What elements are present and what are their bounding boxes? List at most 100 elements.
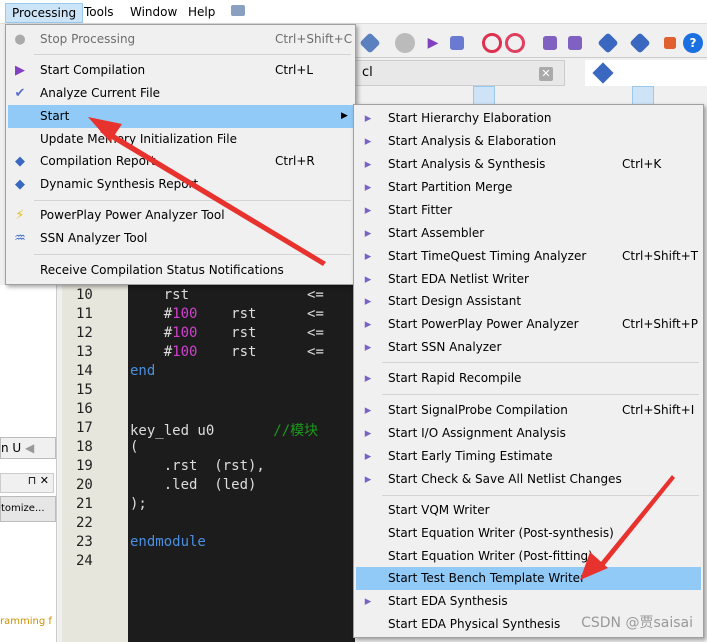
simulation-functional-icon[interactable]: [568, 36, 582, 50]
menu-separator: [382, 362, 699, 363]
menu-item[interactable]: ▸ Start Check & Save All Netlist Changes: [356, 468, 701, 491]
pin-planner-icon[interactable]: [359, 32, 381, 54]
panel-controls-icon[interactable]: ⊓ ✕: [0, 473, 54, 493]
start-tool-icon: ▸: [364, 134, 372, 149]
netlist-viewer-icon[interactable]: [664, 37, 676, 49]
submenu-arrow-icon: ▶: [341, 111, 348, 121]
line-number: 14: [76, 363, 93, 379]
menu-processing[interactable]: Processing: [5, 3, 84, 23]
start-tool-icon: ▸: [364, 449, 372, 464]
menu-tools[interactable]: Tools: [78, 3, 120, 23]
menu-item-label: Start Rapid Recompile: [388, 371, 522, 385]
line-number: 20: [76, 477, 93, 493]
abc-icon[interactable]: [592, 62, 614, 84]
report-icon[interactable]: [597, 32, 619, 54]
menu-item-label: Compilation Report: [40, 154, 156, 168]
menu-item-label: Start Analysis & Elaboration: [388, 134, 557, 148]
line-number: 17: [76, 420, 93, 436]
menu-item[interactable]: ▸ Start Analysis & Synthesis Ctrl+K: [356, 153, 701, 176]
menu-item-label: Start Design Assistant: [388, 294, 522, 308]
spell-panel: [585, 60, 707, 86]
menu-item[interactable]: ▶ Start Compilation Ctrl+L: [8, 59, 353, 82]
menu-item[interactable]: ▸ Start Assembler: [356, 222, 701, 245]
start-tool-icon: ▸: [364, 371, 372, 386]
menu-item[interactable]: ▸ Start EDA Synthesis: [356, 590, 701, 613]
close-icon[interactable]: ✕: [539, 67, 553, 81]
simulation-icon[interactable]: [543, 36, 557, 50]
menu-item-label: Start Check & Save All Netlist Changes: [388, 472, 622, 486]
scroll-left-icon[interactable]: ◀: [25, 441, 34, 455]
menu-help[interactable]: Help: [182, 3, 221, 23]
analysis-synthesis-icon[interactable]: [450, 36, 464, 50]
menu-item-label: Start I/O Assignment Analysis: [388, 426, 566, 440]
panel-tab-label: n U: [1, 441, 22, 455]
menu-separator: [34, 200, 351, 201]
line-number-icon[interactable]: [473, 86, 495, 106]
menu-item[interactable]: ▸ Start EDA Netlist Writer: [356, 268, 701, 291]
menu-item[interactable]: Start Equation Writer (Post-synthesis): [356, 522, 701, 545]
line-number: 19: [76, 458, 93, 474]
menu-item[interactable]: ▸ Start SignalProbe Compilation Ctrl+Shift…: [356, 399, 701, 422]
menu-item[interactable]: ◆ Compilation Report Ctrl+R: [8, 150, 353, 173]
chip-planner-icon[interactable]: [629, 32, 651, 54]
menu-item[interactable]: ✔ Analyze Current File: [8, 82, 353, 105]
menu-item-shortcut: Ctrl+Shift+C: [275, 32, 353, 46]
menu-item[interactable]: Start Equation Writer (Post-fitting): [356, 545, 701, 568]
menu-item-label: SSN Analyzer Tool: [40, 231, 148, 245]
menu-item[interactable]: ▸ Start PowerPlay Power Analyzer Ctrl+Shif…: [356, 313, 701, 336]
watermark: CSDN @贾saisai: [581, 615, 693, 631]
menu-item[interactable]: ▸ Start Analysis & Elaboration: [356, 130, 701, 153]
menu-item-label: Start Assembler: [388, 226, 485, 240]
menu-item[interactable]: ▸ Start Partition Merge: [356, 176, 701, 199]
menu-separator: [34, 54, 351, 55]
menu-item[interactable]: ▸ Start I/O Assignment Analysis: [356, 422, 701, 445]
menu-separator: [34, 254, 351, 255]
menu-item[interactable]: ▸ Start TimeQuest Timing Analyzer Ctrl+Shi…: [356, 245, 701, 268]
menu-item-label: Start Compilation: [40, 63, 146, 77]
panel-tab[interactable]: n U ◀: [0, 437, 56, 459]
menu-item[interactable]: ♒ SSN Analyzer Tool: [8, 227, 353, 250]
start-tool-icon: ▸: [364, 272, 372, 287]
line-number: 23: [76, 534, 93, 550]
editor-toolbar: [355, 86, 707, 106]
timequest-icon[interactable]: [482, 33, 502, 53]
start-tool-icon: ▸: [364, 594, 372, 609]
menu-window[interactable]: Window: [124, 3, 183, 23]
menu-item[interactable]: ▸ Start Early Timing Estimate: [356, 445, 701, 468]
play-icon[interactable]: ▶: [423, 33, 443, 53]
start-tool-icon: ▸: [364, 249, 372, 264]
menu-item[interactable]: ▸ Start SSN Analyzer: [356, 336, 701, 359]
menu-item[interactable]: ◆ Dynamic Synthesis Report: [8, 173, 353, 196]
stop-icon[interactable]: [395, 33, 415, 53]
start-tool-icon: ▸: [364, 157, 372, 172]
menu-item[interactable]: Start VQM Writer: [356, 499, 701, 522]
menu-item-shortcut: Ctrl+Shift+I: [622, 403, 695, 417]
help-icon[interactable]: ?: [683, 33, 703, 53]
file-tab[interactable]: cl ✕: [355, 60, 565, 86]
customize-button[interactable]: tomize...: [0, 496, 56, 522]
start-tool-icon: ▸: [364, 317, 372, 332]
menu-item[interactable]: ● Stop Processing Ctrl+Shift+C: [8, 28, 353, 51]
menu-item[interactable]: Receive Compilation Status Notifications: [8, 259, 353, 282]
line-number: 16: [76, 401, 93, 417]
menu-item[interactable]: Start ▶: [8, 105, 353, 128]
message-text: ramming f: [0, 616, 52, 627]
code-editor[interactable]: rst <= #100 rst <= #100 rst <= #100 rst …: [128, 285, 355, 642]
timer-icon[interactable]: [505, 33, 525, 53]
menu-separator: [382, 394, 699, 395]
start-submenu: ▸ Start Hierarchy Elaboration ▸ Start Analy…: [353, 104, 704, 638]
start-tool-icon: ▸: [364, 426, 372, 441]
menu-item[interactable]: ▸ Start Rapid Recompile: [356, 367, 701, 390]
menu-item[interactable]: ▸ Start Hierarchy Elaboration: [356, 107, 701, 130]
menu-item[interactable]: ▸ Start Fitter: [356, 199, 701, 222]
menu-item[interactable]: Update Memory Initialization File: [8, 128, 353, 151]
menu-item[interactable]: ▸ Start Design Assistant: [356, 290, 701, 313]
menu-item[interactable]: Start Test Bench Template Writer: [356, 567, 701, 590]
menu-item-shortcut: Ctrl+Shift+P: [622, 317, 698, 331]
block-icon[interactable]: [632, 86, 654, 106]
feedback-icon[interactable]: [231, 5, 245, 16]
menu-item[interactable]: ⚡ PowerPlay Power Analyzer Tool: [8, 204, 353, 227]
lightning-icon: ⚡: [15, 208, 25, 223]
menu-item-shortcut: Ctrl+L: [275, 63, 314, 77]
report-icon: ◆: [15, 177, 25, 192]
